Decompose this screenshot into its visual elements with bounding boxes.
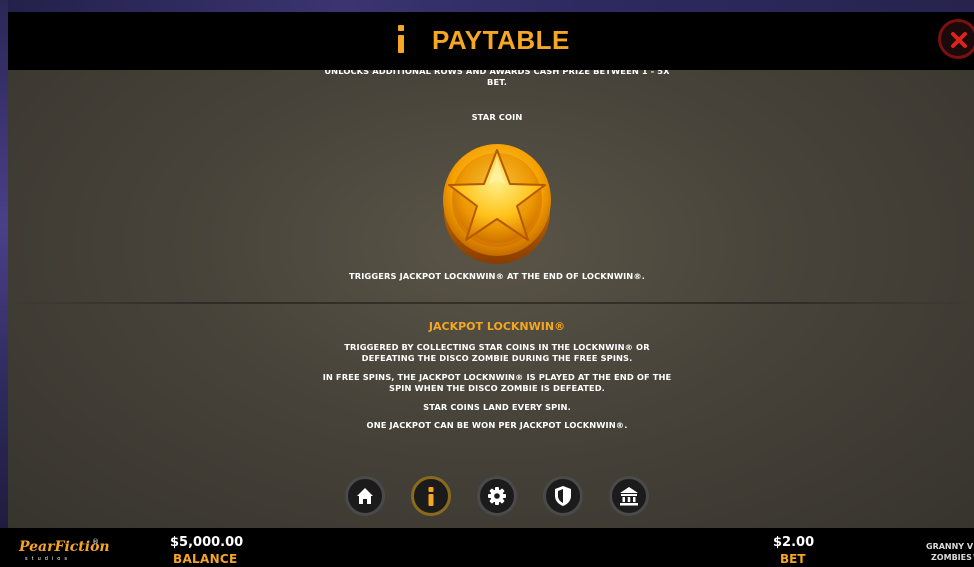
pearfiction-logo: PearFiction ® studios bbox=[19, 538, 110, 565]
jackpot-line-2: IN FREE SPINS, THE JACKPOT LOCKNWIN® IS … bbox=[322, 372, 672, 393]
paytable-panel[interactable] bbox=[8, 12, 974, 528]
jackpot-line-3: STAR COINS LAND EVERY SPIN. bbox=[423, 402, 571, 412]
bank-button[interactable] bbox=[609, 476, 649, 516]
home-button[interactable] bbox=[345, 476, 385, 516]
bank-icon bbox=[620, 487, 638, 506]
game-title-line-1: GRANNY V bbox=[926, 542, 974, 551]
close-button[interactable] bbox=[938, 19, 974, 59]
balance-label: BALANCE bbox=[173, 552, 238, 566]
bet-value: $2.00 bbox=[773, 535, 815, 550]
jackpot-line-1: TRIGGERED BY COLLECTING STAR COINS IN TH… bbox=[344, 342, 650, 363]
background-top bbox=[0, 0, 974, 12]
shield-icon bbox=[555, 486, 571, 506]
footer-bar bbox=[0, 528, 974, 567]
star-coin-title: STAR COIN bbox=[471, 112, 523, 122]
info-icon bbox=[395, 25, 407, 55]
bet-label: BET bbox=[780, 552, 806, 566]
section-divider bbox=[8, 302, 974, 304]
star-coin-description: TRIGGERS JACKPOT LOCKNWIN® AT THE END OF… bbox=[349, 271, 645, 281]
registered-mark: ® bbox=[92, 538, 99, 546]
responsible-gaming-button[interactable] bbox=[543, 476, 583, 516]
info-icon bbox=[428, 487, 434, 506]
close-icon bbox=[951, 32, 967, 48]
balance-value: $5,000.00 bbox=[170, 535, 244, 550]
jackpot-line-4: ONE JACKPOT CAN BE WON PER JACKPOT LOCKN… bbox=[366, 420, 628, 430]
page-title: PAYTABLE bbox=[432, 25, 570, 55]
game-title-line-2: ZOMBIES™ bbox=[931, 553, 974, 562]
settings-button[interactable] bbox=[477, 476, 517, 516]
home-icon bbox=[357, 488, 373, 504]
info-button[interactable] bbox=[411, 476, 451, 516]
logo-subtext: studios bbox=[25, 556, 71, 562]
game-title: GRANNY V ZOMBIES™ bbox=[926, 541, 974, 563]
jackpot-locknwin-title: JACKPOT LOCKNWIN® bbox=[428, 320, 566, 333]
star-coin-icon bbox=[443, 144, 551, 264]
background-left bbox=[0, 0, 8, 567]
settings-gear-icon bbox=[488, 487, 506, 505]
